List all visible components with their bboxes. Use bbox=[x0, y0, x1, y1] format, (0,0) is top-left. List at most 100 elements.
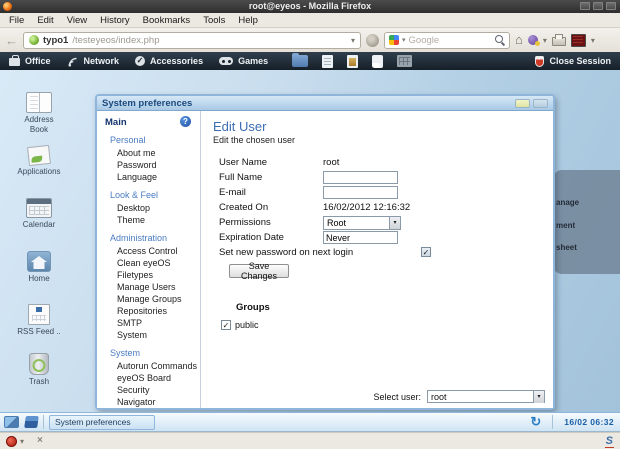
sidebar-item-manage-users[interactable]: Manage Users bbox=[101, 281, 200, 293]
sidebar-item-clean-eyeos[interactable]: Clean eyeOS bbox=[101, 257, 200, 269]
sidebar-item-autorun-commands[interactable]: Autorun Commands bbox=[101, 360, 200, 372]
network-icon bbox=[68, 57, 77, 66]
sidebar-item-smtp[interactable]: SMTP bbox=[101, 317, 200, 329]
sidebar-item-repositories[interactable]: Repositories bbox=[101, 305, 200, 317]
desktop-icon-trash[interactable]: Trash bbox=[12, 353, 66, 387]
url-dropdown-icon[interactable]: ▾ bbox=[351, 36, 355, 45]
desktop-icon-calendar[interactable]: Calendar bbox=[12, 198, 66, 230]
menu-office[interactable]: Office bbox=[9, 55, 51, 66]
extension-badge-icon[interactable] bbox=[570, 33, 586, 47]
files-app-icon[interactable] bbox=[292, 53, 309, 67]
desktop-icon-home[interactable]: Home bbox=[12, 251, 66, 284]
sidebar-item-language[interactable]: Language bbox=[101, 171, 200, 183]
printer-icon[interactable] bbox=[551, 34, 566, 46]
url-bar[interactable]: typo1 /testeyeos/index.php ▾ bbox=[23, 31, 361, 49]
save-changes-button[interactable]: Save Changes bbox=[229, 261, 289, 281]
sidebar-item-navigator[interactable]: Navigator bbox=[101, 396, 200, 408]
home-icon[interactable]: ⌂ bbox=[515, 33, 523, 47]
sidebar-item-eyeos-board[interactable]: eyeOS Board bbox=[101, 372, 200, 384]
adblock-chevron-icon[interactable]: ▾ bbox=[20, 437, 24, 446]
side-panel-label-fragment[interactable]: sheet bbox=[556, 243, 577, 252]
row-full-name: Full Name bbox=[213, 170, 553, 185]
sidebar-item-filetypes[interactable]: Filetypes bbox=[101, 269, 200, 281]
menu-accessories[interactable]: ✓ Accessories bbox=[135, 56, 203, 66]
close-session-button[interactable]: Close Session bbox=[535, 55, 611, 67]
menu-view[interactable]: View bbox=[67, 15, 87, 26]
google-engine-icon[interactable] bbox=[389, 35, 399, 45]
reload-icon[interactable] bbox=[366, 33, 379, 47]
image-app-icon[interactable] bbox=[347, 54, 359, 68]
extension-chevron-icon[interactable]: ▾ bbox=[591, 36, 595, 45]
sync-icon[interactable]: ↻ bbox=[530, 415, 541, 429]
statusbar-s-addon-icon[interactable]: S bbox=[604, 435, 614, 448]
close-findbar-icon[interactable]: × bbox=[37, 436, 43, 446]
eyeos-taskbar: System preferences ↻ 16/02 06:32 bbox=[0, 412, 620, 432]
search-icon[interactable] bbox=[495, 35, 505, 45]
sidebar-item-access-control[interactable]: Access Control bbox=[101, 245, 200, 257]
email-field[interactable] bbox=[323, 186, 398, 199]
menu-tools[interactable]: Tools bbox=[203, 15, 225, 26]
prefs-minimize-button[interactable] bbox=[515, 98, 530, 108]
calc-app-icon[interactable] bbox=[397, 55, 413, 67]
permissions-select[interactable]: Root ▾ bbox=[323, 215, 401, 230]
menu-edit[interactable]: Edit bbox=[37, 15, 53, 26]
trash-icon bbox=[29, 353, 49, 375]
taskbar-tray: ↻ 16/02 06:32 bbox=[530, 415, 616, 429]
menu-help[interactable]: Help bbox=[238, 15, 258, 26]
firefox-titlebar: root@eyeos - Mozilla Firefox bbox=[0, 0, 620, 13]
taskbar-item-system-preferences[interactable]: System preferences bbox=[49, 414, 155, 430]
menu-bookmarks[interactable]: Bookmarks bbox=[143, 15, 191, 26]
adblock-icon[interactable] bbox=[6, 435, 17, 447]
minimize-button[interactable] bbox=[580, 2, 590, 10]
sidebar-item-manage-groups[interactable]: Manage Groups bbox=[101, 293, 200, 305]
system-preferences-window: System preferences Main ? Personal About… bbox=[95, 94, 555, 410]
chevron-down-icon[interactable]: ▾ bbox=[389, 216, 400, 229]
check-circle-icon: ✓ bbox=[135, 56, 146, 66]
full-name-field[interactable] bbox=[323, 171, 398, 184]
help-icon[interactable]: ? bbox=[180, 116, 191, 127]
back-icon[interactable]: ← bbox=[5, 34, 18, 47]
search-box[interactable]: ▾ Google bbox=[384, 31, 510, 49]
menu-file[interactable]: File bbox=[9, 15, 24, 26]
taskbar-separator bbox=[552, 415, 554, 429]
taskbar-separator bbox=[43, 415, 44, 429]
applications-launcher-icon[interactable] bbox=[24, 416, 39, 428]
document-app-icon[interactable] bbox=[322, 54, 334, 68]
menu-games[interactable]: Games bbox=[219, 56, 268, 66]
select-user-dropdown[interactable]: root ▾ bbox=[427, 390, 545, 403]
taskbar-clock: 16/02 06:32 bbox=[564, 417, 614, 427]
sidebar-item-password[interactable]: Password bbox=[101, 159, 200, 171]
notes-app-icon[interactable] bbox=[372, 54, 384, 68]
section-look-feel: Look & Feel Desktop Theme bbox=[101, 190, 200, 226]
expiration-date-field[interactable] bbox=[323, 231, 398, 244]
set-password-checkbox[interactable]: ✓ bbox=[421, 247, 431, 257]
menu-history[interactable]: History bbox=[100, 15, 130, 26]
site-favicon-icon bbox=[29, 35, 39, 45]
chevron-down-icon[interactable]: ▾ bbox=[533, 390, 544, 403]
sidebar-item-system[interactable]: System bbox=[101, 329, 200, 341]
prefs-titlebar[interactable]: System preferences bbox=[97, 96, 553, 111]
sidebar-item-theme[interactable]: Theme bbox=[101, 214, 200, 226]
sidebar-item-about-me[interactable]: About me bbox=[101, 147, 200, 159]
firefox-menubar: File Edit View History Bookmarks Tools H… bbox=[0, 13, 620, 28]
sidebar-item-desktop[interactable]: Desktop bbox=[101, 202, 200, 214]
maximize-button[interactable] bbox=[593, 2, 603, 10]
addons-chevron-icon[interactable]: ▾ bbox=[543, 36, 547, 45]
desktop-icon-applications[interactable]: Applications bbox=[12, 144, 66, 177]
show-desktop-icon[interactable] bbox=[4, 416, 19, 428]
side-panel-label-fragment[interactable]: ment bbox=[556, 221, 575, 230]
side-panel-label-fragment[interactable]: anage bbox=[556, 198, 579, 207]
group-item-public: ✓ public bbox=[221, 320, 259, 330]
menu-network[interactable]: Network bbox=[67, 56, 119, 67]
sidebar-item-security[interactable]: Security bbox=[101, 384, 200, 396]
prefs-close-button[interactable] bbox=[533, 98, 548, 108]
public-group-checkbox[interactable]: ✓ bbox=[221, 320, 231, 330]
firefox-navbar: ← typo1 /testeyeos/index.php ▾ ▾ Google … bbox=[0, 28, 620, 52]
engine-dropdown-icon[interactable]: ▾ bbox=[402, 36, 406, 44]
window-controls bbox=[580, 2, 616, 10]
addons-icon[interactable] bbox=[527, 35, 540, 46]
home-folder-icon bbox=[27, 251, 51, 272]
desktop-icon-rss-feed[interactable]: RSS Feed .. bbox=[12, 304, 66, 337]
desktop-icon-address-book[interactable]: Address Book bbox=[12, 92, 66, 134]
close-button[interactable] bbox=[606, 2, 616, 10]
